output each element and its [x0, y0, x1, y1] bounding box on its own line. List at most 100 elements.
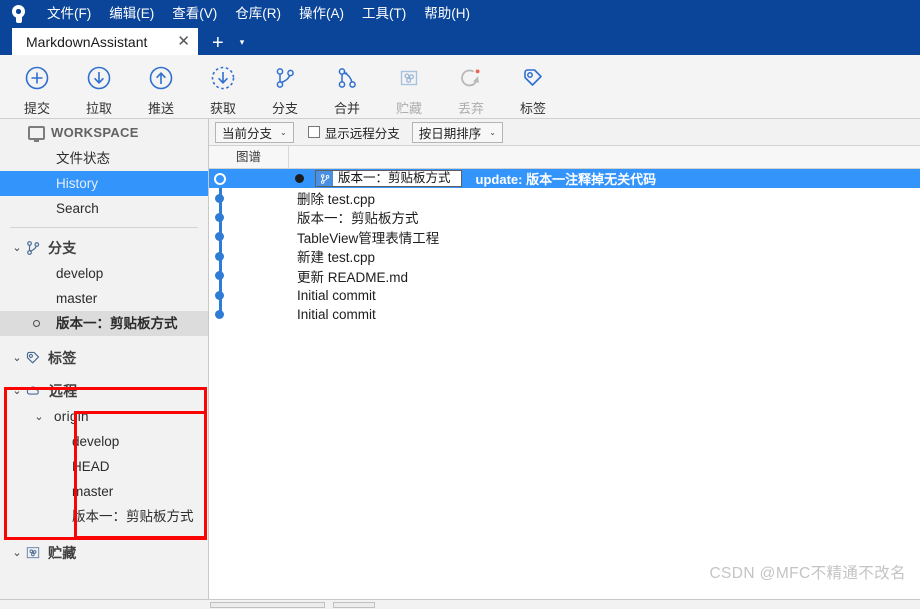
sidebar-remote-branch-master[interactable]: master	[0, 479, 208, 504]
table-row[interactable]: 更新 README.md	[209, 266, 920, 285]
sidebar-section-label: WORKSPACE	[51, 125, 139, 140]
sidebar-section-branches[interactable]: ⌄ 分支	[0, 234, 208, 261]
menu-item-view[interactable]: 查看(V)	[163, 0, 226, 28]
table-row[interactable]: 新建 test.cpp	[209, 247, 920, 266]
cloud-icon	[24, 382, 43, 400]
sidebar-section-label: 远程	[49, 382, 78, 399]
sidebar-remote-branch-head[interactable]: HEAD	[0, 454, 208, 479]
table-row[interactable]: 版本一：剪贴板方式 update: 版本一注释掉无关代码	[209, 169, 920, 189]
chevron-down-icon: ⌄	[489, 127, 496, 137]
table-row[interactable]: 删除 test.cpp	[209, 188, 920, 207]
discard-refresh-icon	[456, 63, 486, 93]
branch-filter-dropdown[interactable]: 当前分支 ⌄	[215, 121, 294, 143]
merge-button[interactable]: 合并	[316, 57, 378, 117]
branch-badge-label: 版本一：剪贴板方式	[338, 171, 451, 186]
sidebar-item-history[interactable]: History	[0, 171, 208, 196]
pull-button[interactable]: 拉取	[68, 57, 130, 117]
commit-message: 删除 test.cpp	[297, 192, 376, 208]
commit-node-icon	[215, 212, 224, 222]
stash-icon	[394, 63, 424, 93]
chevron-down-icon[interactable]: ⌄	[32, 410, 46, 423]
sidebar-branch-develop[interactable]: develop	[0, 261, 208, 286]
table-row[interactable]: Initial commit	[209, 285, 920, 304]
table-row[interactable]: 版本一：剪贴板方式	[209, 208, 920, 227]
commit-message: update: 版本一注释掉无关代码	[475, 172, 657, 188]
sidebar-remote-branch-develop[interactable]: develop	[0, 429, 208, 454]
toolbar-label: 标签	[519, 100, 546, 116]
commit-message: TableView管理表情工程	[297, 230, 440, 246]
sidebar-remote-origin[interactable]: ⌄ origin	[0, 404, 208, 429]
branch-icon	[24, 239, 42, 257]
sidebar-remote-branch-version-one[interactable]: 版本一：剪贴板方式	[0, 504, 208, 529]
toolbar-label: 获取	[209, 100, 236, 116]
show-remote-branches-label: 显示远程分支	[324, 126, 400, 141]
commit-message: Initial commit	[297, 287, 376, 303]
branch-button[interactable]: 分支	[254, 57, 316, 117]
graph-cell	[209, 208, 235, 227]
commit-list[interactable]: 版本一：剪贴板方式 update: 版本一注释掉无关代码 删除 test.cpp…	[209, 169, 920, 599]
status-bar-segment-right	[333, 602, 375, 608]
branch-filter-label: 当前分支	[222, 126, 273, 141]
status-bar-segment-left	[210, 602, 325, 608]
commit-table-header: 图谱	[209, 146, 920, 169]
menu-item-edit[interactable]: 编辑(E)	[100, 0, 163, 28]
sidebar-section-remotes[interactable]: ⌄ 远程	[0, 377, 208, 404]
commit-node-icon	[215, 290, 224, 300]
add-tab-icon[interactable]: +	[212, 33, 224, 53]
push-up-arrow-icon	[146, 63, 176, 93]
sidebar-section-tags[interactable]: ⌄ 标签	[0, 344, 208, 371]
menu-item-tools[interactable]: 工具(T)	[353, 0, 415, 28]
table-row[interactable]: Initial commit	[209, 305, 920, 324]
sidebar-section-workspace[interactable]: WORKSPACE	[0, 119, 208, 146]
graph-cell	[209, 285, 235, 304]
sidebar-branch-current[interactable]: 版本一：剪贴板方式	[0, 311, 208, 336]
toolbar: 提交 拉取 推送 获取 分支 合并 贮藏 丢弃 标签	[0, 55, 920, 119]
chevron-down-icon[interactable]: ⌄	[10, 351, 24, 364]
chevron-down-icon[interactable]: ⌄	[10, 384, 24, 397]
toolbar-label: 提交	[23, 100, 50, 116]
menu-bar: 文件(F) 编辑(E) 查看(V) 仓库(R) 操作(A) 工具(T) 帮助(H…	[38, 0, 479, 28]
chevron-down-icon[interactable]: ▾	[240, 37, 245, 48]
commit-node-icon	[215, 232, 224, 242]
graph-cell	[209, 247, 235, 266]
graph-cell	[209, 266, 235, 285]
close-icon[interactable]: ✕	[177, 34, 190, 49]
discard-button[interactable]: 丢弃	[440, 57, 502, 117]
branch-badge[interactable]: 版本一：剪贴板方式	[315, 170, 462, 188]
sidebar-item-search[interactable]: Search	[0, 196, 208, 221]
menu-item-actions[interactable]: 操作(A)	[290, 0, 353, 28]
menu-item-file[interactable]: 文件(F)	[38, 0, 100, 28]
commit-message: 更新 README.md	[297, 269, 409, 285]
sidebar-section-label: 贮藏	[48, 544, 77, 561]
graph-cell	[209, 305, 235, 324]
sidebar-section-stashes[interactable]: ⌄ 贮藏	[0, 539, 208, 566]
branch-icon	[270, 63, 300, 93]
tab-bar: MarkdownAssistant ✕ + ▾	[0, 28, 920, 55]
menu-item-repository[interactable]: 仓库(R)	[226, 0, 290, 28]
tab-markdownassistant[interactable]: MarkdownAssistant ✕	[12, 28, 198, 55]
sidebar-remote-origin-label: origin	[54, 409, 89, 424]
history-panel: 当前分支 ⌄ 显示远程分支 按日期排序 ⌄ 图谱 版本一：剪贴板方式 updat…	[209, 119, 920, 599]
fetch-button[interactable]: 获取	[192, 57, 254, 117]
commit-button[interactable]: 提交	[6, 57, 68, 117]
table-row[interactable]: TableView管理表情工程	[209, 227, 920, 246]
menu-item-help[interactable]: 帮助(H)	[415, 0, 479, 28]
chevron-down-icon[interactable]: ⌄	[10, 546, 24, 559]
stash-button[interactable]: 贮藏	[378, 57, 440, 117]
chevron-down-icon: ⌄	[280, 127, 287, 137]
tag-icon	[518, 63, 548, 93]
graph-cell	[209, 227, 235, 246]
chevron-down-icon[interactable]: ⌄	[10, 241, 24, 254]
sidebar-branch-master[interactable]: master	[0, 286, 208, 311]
commit-node-icon	[213, 172, 226, 185]
commit-message: Initial commit	[297, 306, 376, 322]
commit-node-marker	[295, 174, 304, 184]
toolbar-label: 丢弃	[457, 100, 484, 116]
sidebar-item-file-status[interactable]: 文件状态	[0, 146, 208, 171]
column-header-graph[interactable]: 图谱	[209, 146, 289, 168]
sort-order-dropdown[interactable]: 按日期排序 ⌄	[411, 121, 503, 143]
push-button[interactable]: 推送	[130, 57, 192, 117]
show-remote-branches-checkbox[interactable]: 显示远程分支	[307, 123, 400, 142]
sidebar-section-label: 标签	[48, 349, 77, 366]
tag-button[interactable]: 标签	[502, 57, 564, 117]
